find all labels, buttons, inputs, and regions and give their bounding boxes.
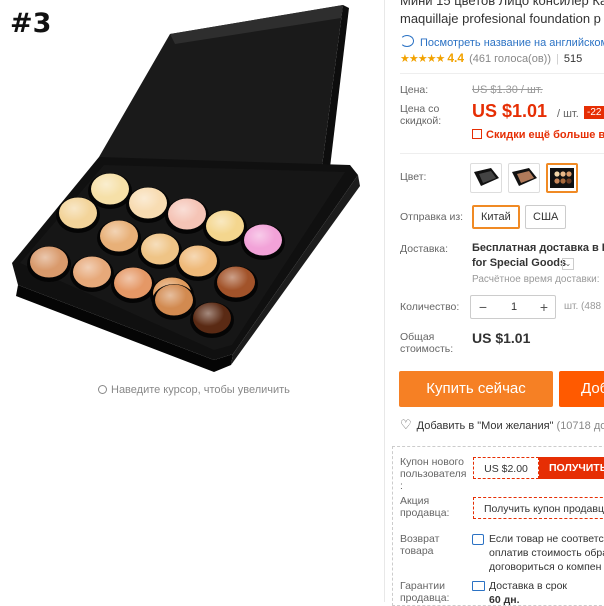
product-image[interactable] bbox=[0, 0, 384, 410]
add-to-wishlist-link[interactable]: ♡ Добавить в "Мои желания" (10718 до bbox=[400, 417, 604, 433]
new-user-coupon-amount: US $2.00 bbox=[473, 457, 539, 479]
qr-code-icon bbox=[472, 129, 482, 139]
rating-separator: | bbox=[556, 53, 559, 65]
return-policy-text: Если товар не соответст bbox=[489, 533, 604, 545]
pan-highlight bbox=[206, 210, 244, 242]
product-title-line2: maquillaje profesional foundation p bbox=[400, 11, 601, 26]
quantity-available: шт. (488 bbox=[564, 301, 602, 312]
quantity-increase-button[interactable]: + bbox=[532, 296, 556, 318]
image-index-badge: #3 bbox=[10, 8, 52, 39]
ship-from-label: Отправка из: bbox=[400, 211, 464, 223]
wishlist-count: (10718 до bbox=[556, 420, 604, 432]
zoom-hint: Наведите курсор, чтобы увеличить bbox=[98, 384, 290, 396]
get-seller-coupon-button[interactable]: Получить купон продавц bbox=[473, 497, 604, 519]
total-label: Общая стоимость: bbox=[400, 331, 454, 355]
seller-promo-label: Акция продавца: bbox=[400, 495, 450, 519]
sale-price-label: Цена со скидкой: bbox=[400, 103, 442, 127]
pan-highlight bbox=[30, 246, 68, 278]
quantity-input[interactable]: 1 bbox=[495, 296, 533, 318]
swatch-palette-icon bbox=[550, 168, 574, 188]
new-user-coupon-label: Купон нового пользователя : bbox=[400, 456, 467, 492]
translate-title-link[interactable]: Посмотреть название на английском bbox=[400, 34, 604, 49]
return-policy-text: оплатив стоимость обра bbox=[489, 547, 604, 559]
rating-row[interactable]: ★★★★★ 4.4 (461 голоса(ов)) | 515 bbox=[400, 51, 582, 65]
return-policy-text: договориться о компен bbox=[489, 561, 602, 573]
ship-from-china[interactable]: Китай bbox=[472, 205, 520, 229]
return-policy-label: Возврат товара bbox=[400, 533, 440, 557]
add-to-cart-button[interactable]: Доб bbox=[559, 371, 604, 407]
total-value: US $1.01 bbox=[472, 330, 531, 346]
price-unit: / шт. bbox=[557, 108, 579, 120]
orders-count: 515 bbox=[563, 53, 583, 65]
delivery-estimate: Расчётное время доставки: bbox=[472, 274, 600, 285]
divider bbox=[400, 153, 604, 154]
original-price: US $1.30 / шт. bbox=[472, 84, 543, 96]
delivery-truck-icon bbox=[472, 581, 485, 591]
promo-link[interactable]: Скидки ещё больше в пр bbox=[472, 128, 604, 141]
color-swatch-1[interactable] bbox=[470, 163, 502, 193]
swatch-palette-icon bbox=[474, 168, 499, 186]
ship-from-usa[interactable]: США bbox=[525, 205, 567, 229]
delivery-days: 60 дн. bbox=[489, 594, 520, 606]
pan-highlight bbox=[168, 198, 206, 230]
delivery-method: Бесплатная доставка в Ru bbox=[472, 242, 604, 254]
pan-highlight bbox=[155, 284, 193, 316]
seller-guarantee-label: Гарантии продавца: bbox=[400, 580, 450, 604]
column-divider bbox=[384, 0, 385, 602]
pan-highlight bbox=[179, 245, 217, 277]
magnifier-icon bbox=[98, 385, 107, 394]
return-policy-icon bbox=[472, 534, 484, 545]
pan-highlight bbox=[193, 302, 231, 334]
delivery-method-line2: for Special Goods bbox=[472, 257, 567, 269]
pan-highlight bbox=[244, 224, 282, 256]
rating-score: 4.4 bbox=[447, 51, 464, 65]
pan-highlight bbox=[59, 197, 97, 229]
pan-highlight bbox=[114, 267, 152, 299]
swatch-palette-icon bbox=[512, 168, 537, 186]
delivery-label: Доставка: bbox=[400, 243, 449, 255]
chevron-down-icon[interactable]: ⌄ bbox=[562, 258, 574, 270]
buy-now-button[interactable]: Купить сейчас bbox=[399, 371, 553, 407]
quantity-label: Количество: bbox=[400, 301, 460, 313]
discount-badge: -22 bbox=[584, 106, 604, 119]
pan-highlight bbox=[100, 220, 138, 252]
rating-stars-icon: ★★★★★ bbox=[400, 53, 445, 65]
pan-highlight bbox=[91, 173, 129, 205]
pan-highlight bbox=[217, 266, 255, 298]
on-time-delivery-text: Доставка в срок bbox=[489, 580, 568, 592]
translate-icon bbox=[400, 35, 414, 47]
product-title-line1: Мини 15 цветов Лицо консилер Ка bbox=[400, 0, 604, 8]
pan-highlight bbox=[73, 256, 111, 288]
color-swatch-3[interactable] bbox=[546, 163, 578, 193]
color-swatch-2[interactable] bbox=[508, 163, 540, 193]
pan-highlight bbox=[129, 187, 167, 219]
heart-icon: ♡ bbox=[400, 417, 412, 432]
color-label: Цвет: bbox=[400, 171, 427, 183]
pan-highlight bbox=[141, 233, 179, 265]
price-label: Цена: bbox=[400, 84, 429, 96]
divider bbox=[400, 73, 604, 74]
quantity-decrease-button[interactable]: − bbox=[471, 296, 495, 318]
sale-price: US $1.01 bbox=[472, 101, 548, 121]
get-coupon-button[interactable]: ПОЛУЧИТЬ bbox=[539, 457, 604, 479]
rating-votes-link[interactable]: (461 голоса(ов)) bbox=[469, 53, 551, 65]
